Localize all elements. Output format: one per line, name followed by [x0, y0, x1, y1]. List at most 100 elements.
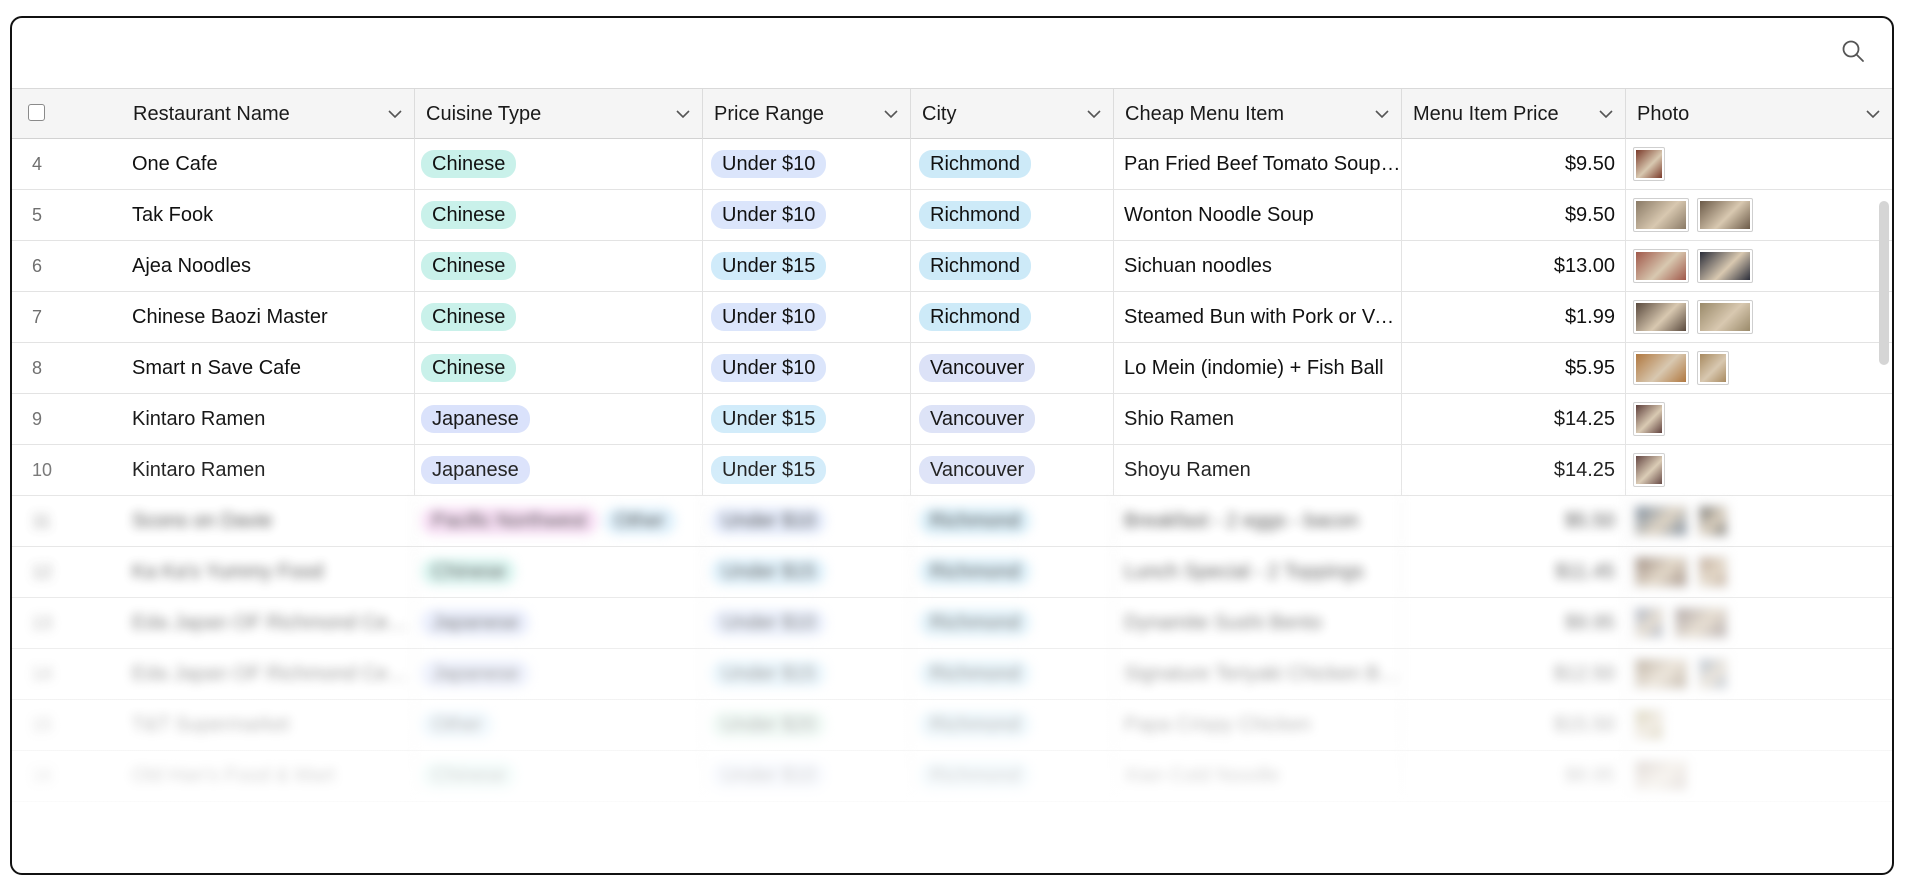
cuisine-cell[interactable]: Japanese — [415, 649, 703, 699]
restaurant-name-cell[interactable]: Scons on Davie — [122, 496, 415, 546]
column-header-menu-item[interactable]: Cheap Menu Item — [1114, 89, 1402, 139]
photo-cell[interactable] — [1626, 139, 1892, 189]
chevron-down-icon[interactable] — [882, 105, 900, 123]
city-cell[interactable]: Richmond — [911, 139, 1114, 189]
restaurant-name-cell[interactable]: Ka Ka's Yummy Food — [122, 547, 415, 597]
city-cell[interactable]: Richmond — [911, 700, 1114, 750]
column-header-menu-price[interactable]: Menu Item Price — [1402, 89, 1626, 139]
city-cell[interactable]: Vancouver — [911, 343, 1114, 393]
chevron-down-icon[interactable] — [674, 105, 692, 123]
menu-item-price-cell[interactable]: $11.45 — [1402, 547, 1626, 597]
photo-thumbnail[interactable] — [1697, 351, 1729, 385]
cuisine-cell[interactable]: Chinese — [415, 292, 703, 342]
column-header-price-range[interactable]: Price Range — [703, 89, 911, 139]
photo-thumbnail[interactable] — [1697, 555, 1729, 589]
photo-thumbnail[interactable] — [1633, 555, 1689, 589]
photo-thumbnail[interactable] — [1633, 198, 1689, 232]
photo-thumbnail[interactable] — [1633, 504, 1689, 538]
price-range-cell[interactable]: Under $10 — [703, 598, 911, 648]
restaurant-name-cell[interactable]: Kintaro Ramen — [122, 445, 415, 495]
city-cell[interactable]: Richmond — [911, 547, 1114, 597]
cuisine-cell[interactable]: Japanese — [415, 445, 703, 495]
select-all-checkbox[interactable] — [28, 104, 45, 121]
table-row[interactable]: 10 Kintaro Ramen Japanese Under $15 Vancouve… — [12, 445, 1892, 496]
cuisine-cell[interactable]: Chinese — [415, 190, 703, 240]
menu-item-price-cell[interactable]: $14.25 — [1402, 445, 1626, 495]
menu-item-cell[interactable]: Shoyu Ramen — [1114, 445, 1402, 495]
city-cell[interactable]: Richmond — [911, 496, 1114, 546]
menu-item-cell[interactable]: Wonton Noodle Soup — [1114, 190, 1402, 240]
menu-item-cell[interactable]: Breakfast - 2 eggs - bacon — [1114, 496, 1402, 546]
table-row[interactable]: 5 Tak Fook Chinese Under $10 Richmond Wonton … — [12, 190, 1892, 241]
menu-item-cell[interactable]: Lo Mein (indomie) + Fish Ball — [1114, 343, 1402, 393]
menu-item-cell[interactable]: Steamed Bun with Pork or Vegetables — [1114, 292, 1402, 342]
restaurant-name-cell[interactable]: Ajea Noodles — [122, 241, 415, 291]
city-cell[interactable]: Vancouver — [911, 445, 1114, 495]
city-cell[interactable]: Vancouver — [911, 394, 1114, 444]
price-range-cell[interactable]: Under $10 — [703, 751, 911, 801]
table-row[interactable]: 7 Chinese Baozi Master Chinese Under $10 Ric… — [12, 292, 1892, 343]
price-range-cell[interactable]: Under $10 — [703, 139, 911, 189]
city-cell[interactable]: Richmond — [911, 241, 1114, 291]
price-range-cell[interactable]: Under $20 — [703, 700, 911, 750]
photo-thumbnail[interactable] — [1633, 147, 1665, 181]
photo-thumbnail[interactable] — [1697, 198, 1753, 232]
cuisine-cell[interactable]: Chinese — [415, 139, 703, 189]
table-row[interactable]: 16 Old Han's Food & Mart Chinese Under $10 R… — [12, 751, 1892, 802]
menu-item-cell[interactable]: Xian Cold Noodle — [1114, 751, 1402, 801]
column-header-photo[interactable]: Photo — [1626, 89, 1892, 139]
city-cell[interactable]: Richmond — [911, 649, 1114, 699]
cuisine-cell[interactable]: Japanese — [415, 394, 703, 444]
cuisine-cell[interactable]: Chinese — [415, 751, 703, 801]
menu-item-price-cell[interactable]: $12.50 — [1402, 649, 1626, 699]
photo-cell[interactable] — [1626, 751, 1892, 801]
menu-item-cell[interactable]: Dynamite Sushi Bento — [1114, 598, 1402, 648]
menu-item-price-cell[interactable]: $8.95 — [1402, 751, 1626, 801]
photo-thumbnail[interactable] — [1673, 606, 1729, 640]
menu-item-price-cell[interactable]: $14.25 — [1402, 394, 1626, 444]
cuisine-cell[interactable]: Chinese — [415, 241, 703, 291]
photo-cell[interactable] — [1626, 496, 1892, 546]
city-cell[interactable]: Richmond — [911, 292, 1114, 342]
photo-thumbnail[interactable] — [1633, 249, 1689, 283]
price-range-cell[interactable]: Under $15 — [703, 241, 911, 291]
table-row[interactable]: 14 Eda Japan OF Richmond Centre Japanese Un… — [12, 649, 1892, 700]
city-cell[interactable]: Richmond — [911, 598, 1114, 648]
restaurant-name-cell[interactable]: Kintaro Ramen — [122, 394, 415, 444]
menu-item-price-cell[interactable]: $5.50 — [1402, 496, 1626, 546]
photo-cell[interactable] — [1626, 343, 1892, 393]
table-row[interactable]: 4 One Cafe Chinese Under $10 Richmond Pan Fri… — [12, 139, 1892, 190]
price-range-cell[interactable]: Under $15 — [703, 547, 911, 597]
price-range-cell[interactable]: Under $10 — [703, 292, 911, 342]
photo-cell[interactable] — [1626, 241, 1892, 291]
restaurant-name-cell[interactable]: Eda Japan OF Richmond Centre — [122, 649, 415, 699]
city-cell[interactable]: Richmond — [911, 751, 1114, 801]
chevron-down-icon[interactable] — [1864, 105, 1882, 123]
price-range-cell[interactable]: Under $15 — [703, 394, 911, 444]
photo-thumbnail[interactable] — [1633, 759, 1689, 793]
menu-item-price-cell[interactable]: $5.95 — [1402, 343, 1626, 393]
photo-cell[interactable] — [1626, 394, 1892, 444]
column-header-restaurant[interactable]: Restaurant Name — [122, 89, 415, 139]
price-range-cell[interactable]: Under $10 — [703, 343, 911, 393]
restaurant-name-cell[interactable]: T&T Supermarket — [122, 700, 415, 750]
menu-item-cell[interactable]: Lunch Special - 2 Toppings — [1114, 547, 1402, 597]
column-header-city[interactable]: City — [911, 89, 1114, 139]
photo-thumbnail[interactable] — [1633, 402, 1665, 436]
price-range-cell[interactable]: Under $10 — [703, 190, 911, 240]
cuisine-cell[interactable]: Pacific Northwest Other — [415, 496, 703, 546]
photo-cell[interactable] — [1626, 190, 1892, 240]
photo-thumbnail[interactable] — [1697, 300, 1753, 334]
restaurant-name-cell[interactable]: Smart n Save Cafe — [122, 343, 415, 393]
photo-cell[interactable] — [1626, 445, 1892, 495]
photo-cell[interactable] — [1626, 649, 1892, 699]
cuisine-cell[interactable]: Chinese — [415, 547, 703, 597]
table-row[interactable]: 8 Smart n Save Cafe Chinese Under $10 Vancou… — [12, 343, 1892, 394]
photo-cell[interactable] — [1626, 547, 1892, 597]
cuisine-cell[interactable]: Chinese — [415, 343, 703, 393]
photo-thumbnail[interactable] — [1633, 351, 1689, 385]
table-row[interactable]: 13 Eda Japan OF Richmond Centre Japanese Un… — [12, 598, 1892, 649]
price-range-cell[interactable]: Under $15 — [703, 445, 911, 495]
menu-item-price-cell[interactable]: $13.00 — [1402, 241, 1626, 291]
restaurant-name-cell[interactable]: Chinese Baozi Master — [122, 292, 415, 342]
